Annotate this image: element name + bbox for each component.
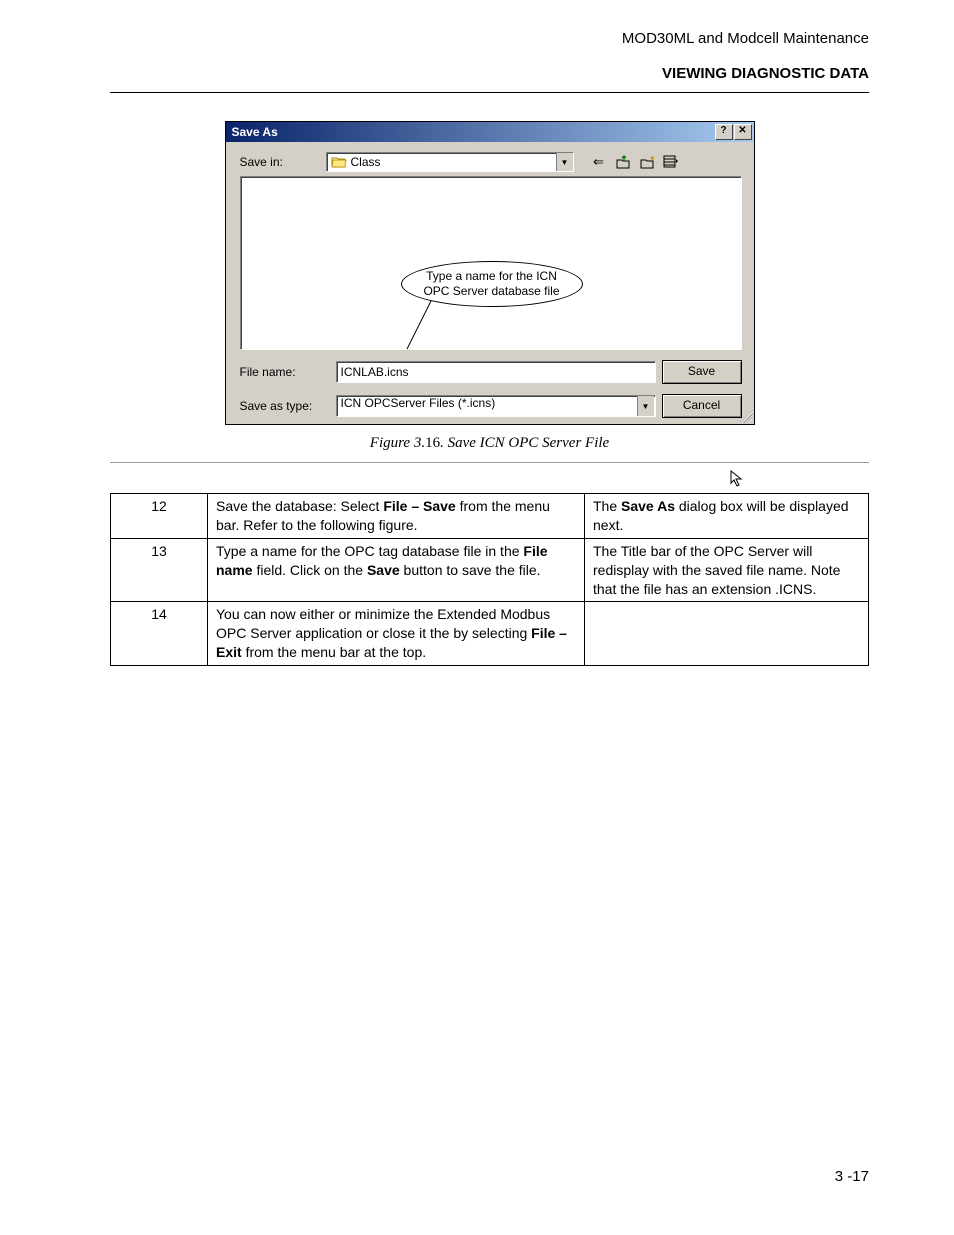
save-in-value: Class xyxy=(351,155,381,169)
dialog-title: Save As xyxy=(232,125,278,139)
step-number: 12 xyxy=(111,494,208,539)
step-action: Type a name for the OPC tag database fil… xyxy=(208,538,585,602)
cursor-icon xyxy=(730,470,744,491)
cancel-button[interactable]: Cancel xyxy=(662,394,742,418)
save-as-type-combo[interactable]: ICN OPCServer Files (*.icns) ▼ xyxy=(336,395,656,417)
file-list-area[interactable]: Type a name for the ICN OPC Server datab… xyxy=(240,176,742,350)
views-icon[interactable] xyxy=(662,153,680,171)
titlebar: Save As ? ✕ xyxy=(226,122,754,142)
save-as-dialog: Save As ? ✕ Save in: xyxy=(225,121,755,425)
steps-table: 12Save the database: Select File – Save … xyxy=(110,493,869,666)
save-button[interactable]: Save xyxy=(662,360,742,384)
save-in-combo[interactable]: Class ▼ xyxy=(326,152,574,172)
dropdown-icon[interactable]: ▼ xyxy=(637,396,654,416)
file-name-input[interactable] xyxy=(336,361,656,383)
step-result: The Title bar of the OPC Server will red… xyxy=(585,538,869,602)
table-row: 12Save the database: Select File – Save … xyxy=(111,494,869,539)
folder-icon xyxy=(331,155,347,169)
section-title: VIEWING DIAGNOSTIC DATA xyxy=(110,65,869,82)
file-name-label: File name: xyxy=(240,365,318,379)
step-number: 14 xyxy=(111,602,208,666)
help-button[interactable]: ? xyxy=(715,124,733,140)
table-row: 14You can now either or minimize the Ext… xyxy=(111,602,869,666)
step-action: Save the database: Select File – Save fr… xyxy=(208,494,585,539)
dropdown-icon[interactable]: ▼ xyxy=(556,153,573,171)
header-rule xyxy=(110,92,869,93)
page-number: 3 -17 xyxy=(835,1168,869,1185)
close-button[interactable]: ✕ xyxy=(734,124,752,140)
figure-caption: Figure 3.16. Save ICN OPC Server File xyxy=(110,435,869,452)
save-as-type-label: Save as type: xyxy=(240,399,318,413)
up-one-level-icon[interactable] xyxy=(614,153,632,171)
step-action: You can now either or minimize the Exten… xyxy=(208,602,585,666)
step-result: The Save As dialog box will be displayed… xyxy=(585,494,869,539)
table-row: 13Type a name for the OPC tag database f… xyxy=(111,538,869,602)
back-icon[interactable]: ⇐ xyxy=(590,153,608,171)
step-result xyxy=(585,602,869,666)
step-number: 13 xyxy=(111,538,208,602)
doc-title: MOD30ML and Modcell Maintenance xyxy=(110,30,869,47)
save-as-type-value: ICN OPCServer Files (*.icns) xyxy=(341,396,496,410)
save-in-label: Save in: xyxy=(240,155,318,169)
resize-grip-icon[interactable] xyxy=(737,407,753,423)
callout-annotation: Type a name for the ICN OPC Server datab… xyxy=(401,261,583,307)
figure-rule xyxy=(110,462,869,463)
new-folder-icon[interactable]: ✶ xyxy=(638,153,656,171)
svg-text:✶: ✶ xyxy=(649,154,655,163)
